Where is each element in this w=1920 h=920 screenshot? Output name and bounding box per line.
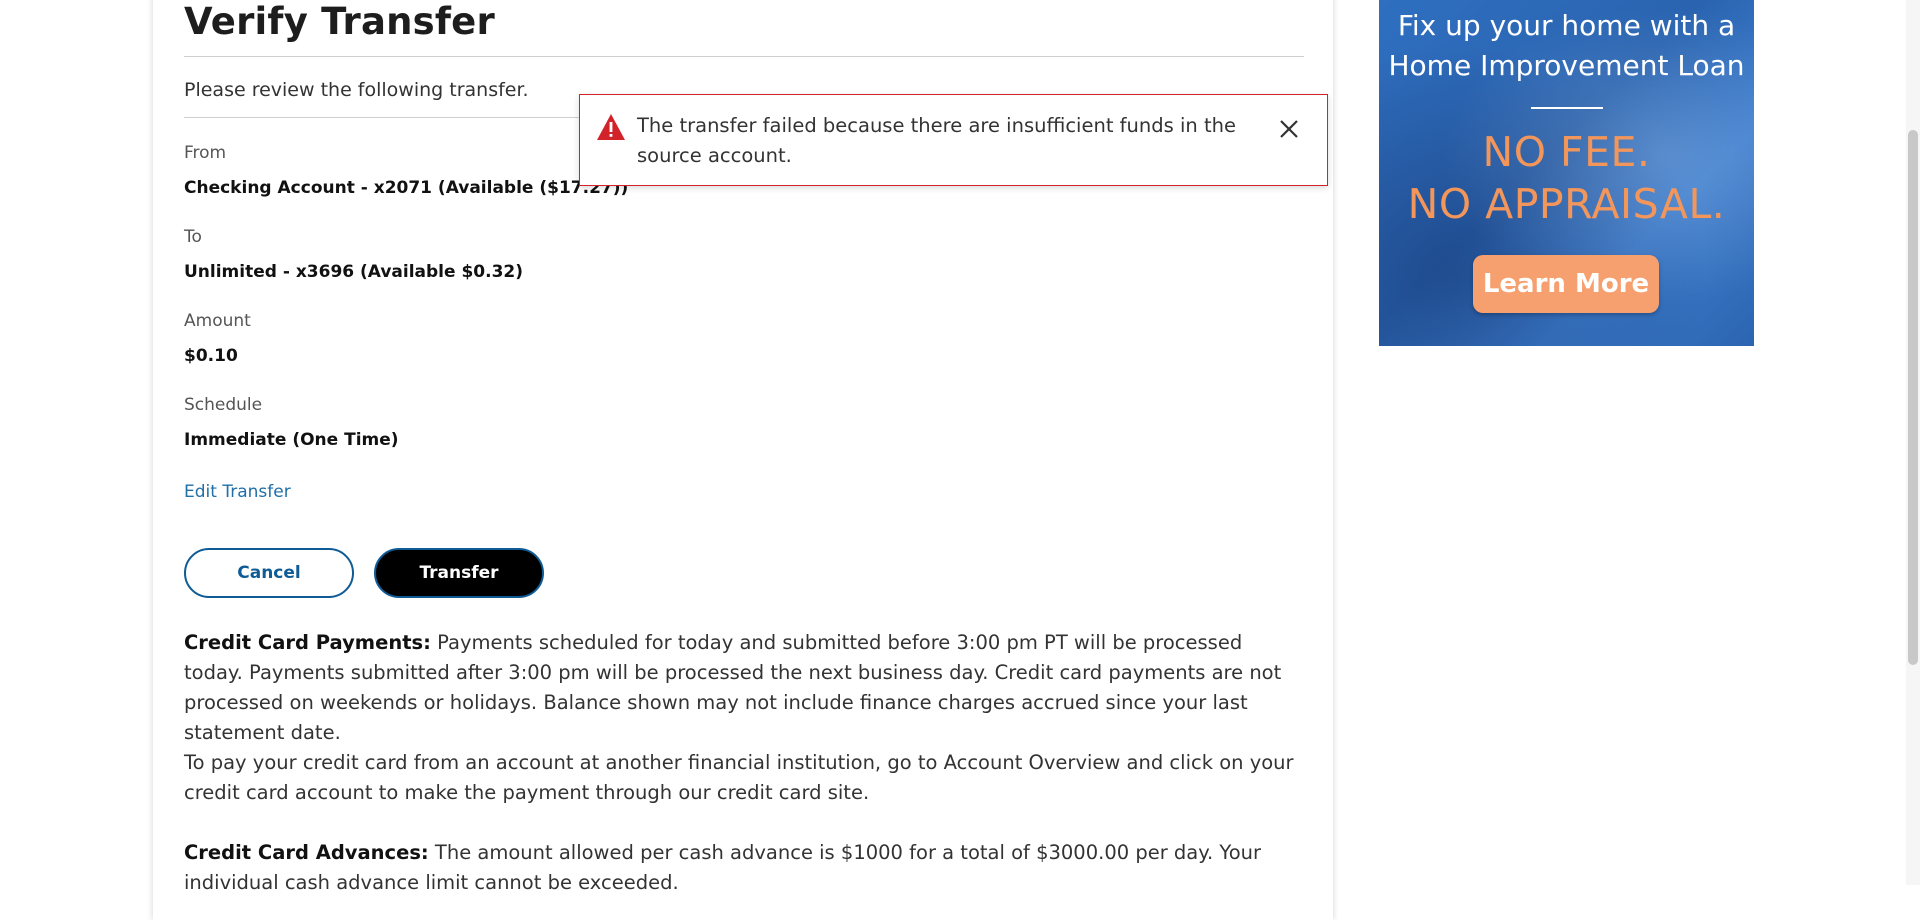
page-scrollbar-thumb[interactable] (1908, 130, 1918, 665)
credit-card-advances-info: Credit Card Advances: The amount allowed… (184, 838, 1304, 898)
credit-card-advances-heading: Credit Card Advances: (184, 841, 429, 864)
learn-more-button[interactable]: Learn More (1473, 255, 1659, 313)
error-alert: The transfer failed because there are in… (579, 94, 1328, 186)
ad-divider (1531, 107, 1603, 109)
schedule-value: Immediate (One Time) (184, 430, 399, 450)
alert-message: The transfer failed because there are in… (637, 114, 1236, 167)
close-icon[interactable] (1277, 117, 1301, 141)
edit-transfer-link[interactable]: Edit Transfer (184, 482, 291, 502)
cancel-button[interactable]: Cancel (184, 548, 354, 598)
credit-card-payments-heading: Credit Card Payments: (184, 631, 431, 654)
warning-icon (597, 114, 625, 140)
intro-text: Please review the following transfer. (184, 79, 529, 101)
ad-headline-line2: Home Improvement Loan (1388, 49, 1745, 82)
from-account-value: Checking Account - x2071 (Available ($17… (184, 178, 629, 198)
credit-card-payments-info: Credit Card Payments: Payments scheduled… (184, 628, 1304, 808)
from-label: From (184, 143, 227, 163)
title-divider (184, 56, 1304, 57)
to-label: To (184, 227, 202, 247)
amount-label: Amount (184, 311, 251, 331)
home-improvement-loan-ad[interactable]: Fix up your home with a Home Improvement… (1379, 0, 1754, 346)
transfer-button[interactable]: Transfer (374, 548, 544, 598)
credit-card-other-institution-text: To pay your credit card from an account … (184, 751, 1294, 804)
schedule-label: Schedule (184, 395, 263, 415)
ad-offer-line2: NO APPRAISAL. (1407, 180, 1726, 228)
page-title: Verify Transfer (184, 0, 495, 43)
amount-value: $0.10 (184, 346, 238, 366)
ad-offer-line1: NO FEE. (1482, 128, 1651, 176)
ad-headline-line1: Fix up your home with a (1397, 9, 1736, 42)
page-scrollbar[interactable] (1906, 0, 1920, 885)
to-account-value: Unlimited - x3696 (Available $0.32) (184, 262, 524, 282)
